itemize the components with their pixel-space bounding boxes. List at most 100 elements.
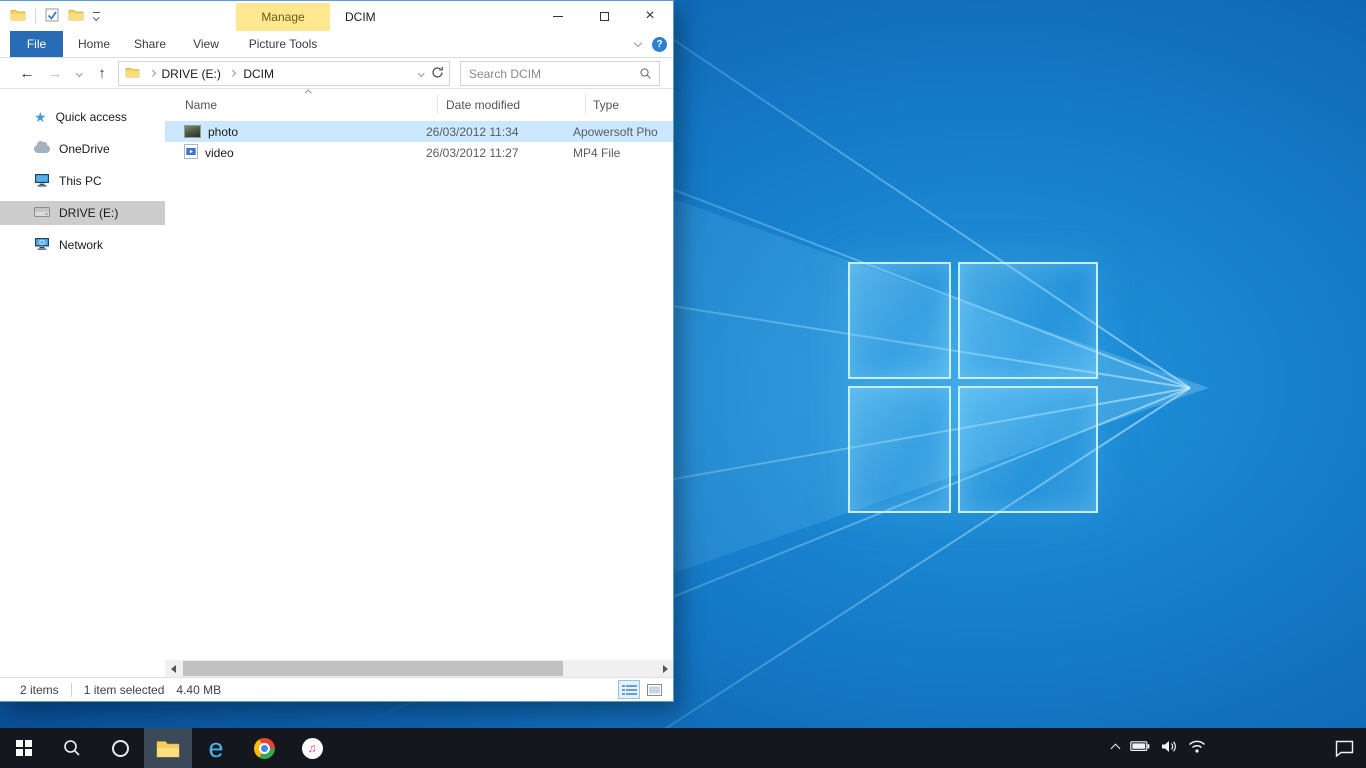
details-view-icon [622,684,637,696]
breadcrumb-separator-icon [229,70,235,76]
maximize-button[interactable] [581,1,627,31]
back-button[interactable]: ← [14,58,40,88]
windows-logo-pane [958,262,1098,379]
itunes-button[interactable]: ♫ [288,728,336,768]
breadcrumb-drive[interactable]: DRIVE (E:) [162,67,221,81]
tab-home[interactable]: Home [72,31,116,57]
toolbar-divider [35,8,36,24]
new-folder-icon[interactable] [68,8,84,24]
minimize-button[interactable] [535,1,581,31]
taskbar-file-explorer-button[interactable] [144,728,192,768]
status-bar: 2 items 1 item selected 4.40 MB [0,677,673,701]
manage-contextual-tab[interactable]: Manage [236,3,330,31]
sidebar-item-label: This PC [59,174,102,188]
window-title: DCIM [345,10,376,24]
refresh-button[interactable] [431,66,444,82]
internet-explorer-button[interactable]: e [192,728,240,768]
system-tray [1112,728,1206,768]
photo-thumbnail-icon [184,125,201,138]
close-button[interactable]: × [627,1,673,31]
sidebar-item-drive-e[interactable]: DRIVE (E:) [0,201,165,225]
selection-count: 1 item selected [84,683,165,697]
show-hidden-icons-chevron[interactable] [1111,743,1121,753]
close-icon: × [645,8,654,24]
view-toggle-buttons [618,680,665,699]
title-bar[interactable]: Manage DCIM × [0,1,673,31]
quick-access-toolbar [10,1,100,31]
sidebar-item-label: Network [59,238,103,252]
cortana-icon [112,740,129,757]
navigation-pane: ★ Quick access OneDrive This PC DRIVE (E… [0,89,165,677]
file-explorer-icon [156,739,180,758]
column-header-type[interactable]: Type [593,98,619,112]
breadcrumb-folder[interactable]: DCIM [243,67,274,81]
sidebar-item-quick-access[interactable]: ★ Quick access [0,105,165,129]
tab-view[interactable]: View [184,31,228,57]
sidebar-item-label: Quick access [56,110,127,124]
scrollbar-thumb[interactable] [183,661,563,676]
file-explorer-window: Manage DCIM × File Home Share View Pictu… [0,0,674,702]
tab-picture-tools[interactable]: Picture Tools [236,31,330,57]
sidebar-item-this-pc[interactable]: This PC [0,169,165,193]
search-box[interactable] [460,61,660,86]
network-wifi-icon[interactable] [1188,740,1206,756]
address-dropdown-chevron-icon[interactable] [418,70,424,76]
onedrive-cloud-icon [34,145,50,153]
file-name: video [205,146,234,160]
recent-locations-chevron-icon[interactable] [70,58,88,88]
tab-share[interactable]: Share [126,31,174,57]
scroll-right-arrow[interactable] [657,660,673,677]
status-divider [71,683,72,697]
windows-logo-pane [958,386,1098,513]
search-icon [62,738,82,758]
minimize-icon [553,16,563,17]
cortana-button[interactable] [96,728,144,768]
column-divider[interactable] [585,94,586,114]
windows-logo-pane [848,262,951,379]
expand-ribbon-chevron-icon[interactable] [634,39,642,47]
horizontal-scrollbar[interactable] [165,660,673,677]
taskbar-search-button[interactable] [48,728,96,768]
forward-button[interactable]: → [42,58,68,88]
details-view-button[interactable] [618,680,640,699]
sidebar-item-label: OneDrive [59,142,110,156]
volume-icon[interactable] [1161,740,1177,756]
help-button[interactable]: ? [652,37,667,52]
file-name: photo [208,125,238,139]
items-count: 2 items [20,683,59,697]
ribbon-tab-bar: File Home Share View Picture Tools ? [0,31,673,58]
windows-logo-pane [848,386,951,513]
scroll-left-arrow[interactable] [165,660,181,677]
drive-icon [34,206,50,220]
search-input[interactable] [461,67,639,81]
quick-access-star-icon: ★ [34,110,47,124]
column-header-date-modified[interactable]: Date modified [446,98,520,112]
selection-size: 4.40 MB [176,683,221,697]
chrome-button[interactable] [240,728,288,768]
battery-icon[interactable] [1130,741,1150,755]
action-center-icon [1335,740,1354,757]
network-icon [34,237,50,253]
scrollbar-track[interactable] [181,660,657,677]
column-divider[interactable] [437,94,438,114]
sidebar-item-onedrive[interactable]: OneDrive [0,137,165,161]
address-folder-icon [125,66,140,81]
sort-ascending-icon [305,90,311,96]
maximize-icon [600,12,609,21]
file-row-photo[interactable]: photo 26/03/2012 11:34 Apowersoft Pho [165,121,673,142]
tab-file[interactable]: File [10,31,63,57]
large-icons-view-button[interactable] [643,680,665,699]
column-header-name[interactable]: Name [185,98,217,112]
breadcrumb-separator-icon [149,70,155,76]
itunes-icon: ♫ [302,738,323,759]
file-row-video[interactable]: video 26/03/2012 11:27 MP4 File [165,142,673,163]
up-button[interactable]: ↑ [90,58,114,88]
address-bar[interactable]: DRIVE (E:) DCIM [118,61,450,86]
file-date-modified: 26/03/2012 11:27 [426,146,573,160]
search-icon [639,67,652,80]
action-center-button[interactable] [1322,728,1366,768]
customize-toolbar-chevron-icon[interactable] [93,12,100,20]
sidebar-item-network[interactable]: Network [0,233,165,257]
start-button[interactable] [0,728,48,768]
properties-check-icon[interactable] [45,8,59,25]
